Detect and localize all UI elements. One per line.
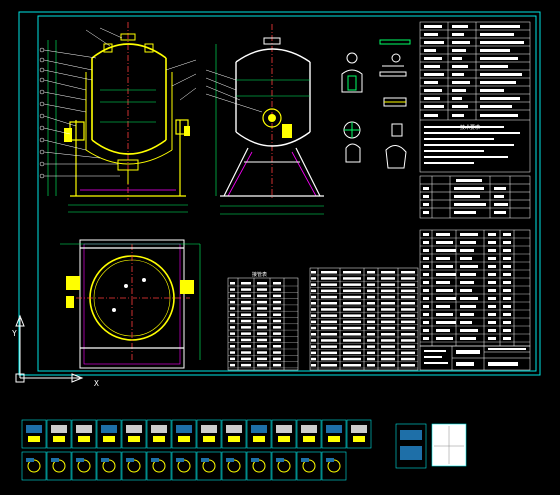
- thumbnail-sheet[interactable]: [271, 419, 297, 449]
- thumbnail-sheet[interactable]: [46, 419, 72, 449]
- parts-list-heading: 接管表: [252, 271, 267, 278]
- thumbnail-sheet[interactable]: [321, 419, 347, 449]
- thumbnail-sheet[interactable]: [346, 419, 372, 449]
- thumbnail-sheet[interactable]: [71, 419, 97, 449]
- cad-drawing-canvas[interactable]: 技术要求 接管表 Y X: [0, 0, 560, 495]
- tech-requirements-heading: 技术要求: [460, 124, 480, 131]
- thumbnail-sheet[interactable]: [296, 451, 322, 481]
- thumbnail-sheet[interactable]: [21, 419, 47, 449]
- thumbnail-sheets-row-2[interactable]: [21, 451, 347, 481]
- thumbnail-sheet[interactable]: [246, 419, 272, 449]
- thumbnail-sheet[interactable]: [146, 419, 172, 449]
- thumbnail-sheet[interactable]: [171, 419, 197, 449]
- thumbnail-sheet[interactable]: [271, 451, 297, 481]
- thumbnail-sheet[interactable]: [196, 419, 222, 449]
- thumbnail-sheet[interactable]: [46, 451, 72, 481]
- thumbnail-sheet[interactable]: [171, 451, 197, 481]
- thumbnail-sheet[interactable]: [196, 451, 222, 481]
- thumbnail-sheet[interactable]: [246, 451, 272, 481]
- thumbnail-sheet[interactable]: [321, 451, 347, 481]
- thumbnail-sheet[interactable]: [71, 451, 97, 481]
- thumbnail-sheet[interactable]: [221, 419, 247, 449]
- thumbnail-sheet[interactable]: [121, 419, 147, 449]
- ucs-y-label: Y: [12, 329, 17, 338]
- thumbnail-sheet[interactable]: [21, 451, 47, 481]
- thumbnail-sheet[interactable]: [96, 451, 122, 481]
- thumbnail-sheet[interactable]: [221, 451, 247, 481]
- thumbnail-sheet[interactable]: [96, 419, 122, 449]
- thumbnail-sheet[interactable]: [121, 451, 147, 481]
- thumbnail-sheet[interactable]: [296, 419, 322, 449]
- thumbnail-sheet[interactable]: [146, 451, 172, 481]
- ucs-x-label: X: [94, 379, 99, 388]
